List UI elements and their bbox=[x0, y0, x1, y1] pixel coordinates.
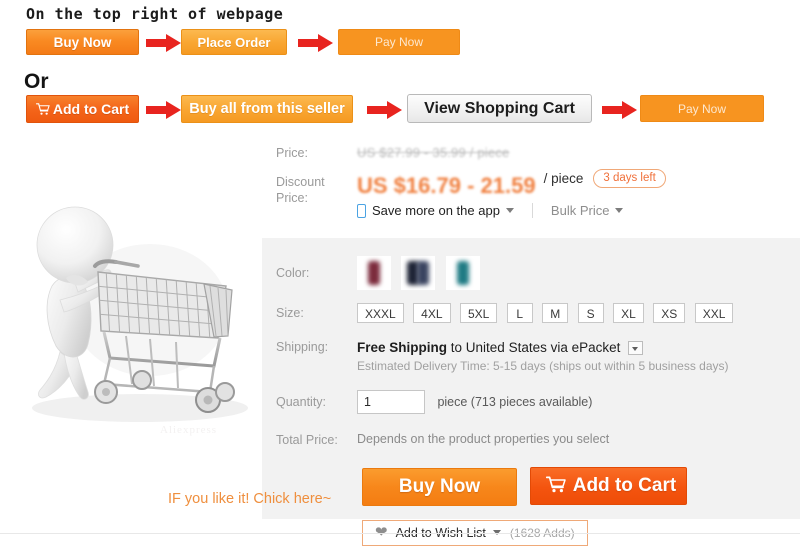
pay-now-flow-button-bottom[interactable]: Pay Now bbox=[640, 95, 764, 122]
discount-price-row: Discount Price: US $16.79 - 21.59 / piec… bbox=[262, 169, 800, 218]
size-option-l[interactable]: L bbox=[506, 303, 533, 323]
total-price-value: Depends on the product properties you se… bbox=[357, 432, 610, 446]
size-option-4xl[interactable]: 4XL bbox=[413, 303, 451, 323]
size-option-xxxl[interactable]: XXXL bbox=[357, 303, 404, 323]
arrow-right-icon bbox=[367, 101, 402, 119]
total-price-label: Total Price: bbox=[276, 433, 338, 447]
discount-price-label: Discount Price: bbox=[262, 174, 357, 206]
shipping-label: Shipping: bbox=[276, 340, 329, 354]
save-on-app-row: Save more on the app Bulk Price bbox=[357, 203, 800, 218]
color-label: Color: bbox=[276, 266, 310, 280]
free-shipping-text: Free Shipping bbox=[357, 340, 448, 355]
add-to-cart-flow-button[interactable]: Add to Cart bbox=[26, 95, 139, 123]
instruction-heading-top: On the top right of webpage bbox=[26, 5, 284, 23]
color-row: Color: bbox=[262, 238, 800, 290]
shipping-row: Shipping: Free Shipping to United States… bbox=[262, 323, 800, 374]
price-row: Price: US $27.99 - 35.99 / piece bbox=[262, 145, 800, 165]
product-image bbox=[0, 140, 262, 450]
price-block: Price: US $27.99 - 35.99 / piece Discoun… bbox=[262, 145, 800, 218]
arrow-right-icon bbox=[146, 34, 181, 52]
discount-label-line2: Price: bbox=[276, 191, 308, 205]
add-to-cart-flow-label: Add to Cart bbox=[52, 101, 130, 117]
chevron-down-icon[interactable] bbox=[615, 208, 624, 213]
arrow-right-icon bbox=[298, 34, 333, 52]
size-option-list: XXXL 4XL 5XL L M S XL XS XXL bbox=[357, 303, 738, 323]
add-to-cart-button[interactable]: Add to Cart bbox=[530, 467, 688, 505]
pay-now-flow-button-top[interactable]: Pay Now bbox=[338, 29, 460, 55]
discount-label-line1: Discount bbox=[276, 175, 325, 189]
cart-icon bbox=[545, 476, 566, 499]
mobile-phone-icon bbox=[357, 203, 366, 218]
buy-now-flow-button[interactable]: Buy Now bbox=[26, 29, 139, 55]
wishlist-row: ❤ Add to Wish List (1628 Adds) bbox=[262, 506, 800, 546]
divider bbox=[531, 203, 533, 218]
discount-price-value: US $16.79 - 21.59 bbox=[357, 173, 536, 198]
place-order-flow-button[interactable]: Place Order bbox=[181, 29, 287, 55]
quantity-input[interactable] bbox=[357, 390, 425, 414]
view-shopping-cart-flow-button[interactable]: View Shopping Cart bbox=[407, 94, 592, 123]
arrow-right-icon bbox=[602, 101, 637, 119]
options-block: Color: Size: XXXL 4XL 5XL L M S XL XS XX… bbox=[262, 238, 800, 546]
cart-icon bbox=[35, 102, 50, 115]
original-price-value: US $27.99 - 35.99 / piece bbox=[357, 145, 510, 160]
arrow-right-icon bbox=[146, 101, 181, 119]
wishlist-annotation: IF you like it! Chick here~ bbox=[168, 491, 332, 507]
quantity-row: Quantity: piece (713 pieces available) bbox=[262, 374, 800, 414]
cta-row: Buy Now Add to Cart bbox=[262, 448, 800, 506]
size-row: Size: XXXL 4XL 5XL L M S XL XS XXL bbox=[262, 290, 800, 323]
quantity-label: Quantity: bbox=[276, 395, 327, 409]
bulk-price-link[interactable]: Bulk Price bbox=[551, 203, 610, 218]
color-swatch-list bbox=[357, 256, 486, 290]
shipping-estimate: Estimated Delivery Time: 5-15 days (ship… bbox=[357, 359, 729, 373]
size-option-xs[interactable]: XS bbox=[653, 303, 686, 323]
shipping-method: Free Shipping to United States via ePack… bbox=[357, 339, 729, 356]
quantity-availability: piece (713 pieces available) bbox=[437, 395, 593, 410]
color-swatch-teal[interactable] bbox=[445, 256, 480, 290]
shipping-dropdown[interactable] bbox=[628, 341, 644, 356]
add-to-cart-label: Add to Cart bbox=[572, 475, 677, 496]
price-unit: / piece bbox=[543, 171, 584, 186]
image-watermark: Aliexpress bbox=[160, 424, 218, 436]
price-label: Price: bbox=[276, 146, 308, 160]
total-price-row: Total Price: Depends on the product prop… bbox=[262, 414, 800, 448]
promo-days-left-badge: 3 days left bbox=[593, 169, 666, 188]
buy-now-button[interactable]: Buy Now bbox=[362, 467, 517, 506]
color-swatch-navy[interactable] bbox=[401, 256, 436, 290]
size-option-5xl[interactable]: 5XL bbox=[459, 303, 498, 323]
size-option-xxl[interactable]: XXL bbox=[694, 303, 734, 323]
or-label: Or bbox=[24, 70, 49, 93]
size-option-s[interactable]: S bbox=[577, 303, 604, 323]
chevron-down-icon[interactable] bbox=[505, 208, 514, 213]
size-option-xl[interactable]: XL bbox=[613, 303, 644, 323]
size-option-m[interactable]: M bbox=[542, 303, 569, 323]
save-more-on-app-link[interactable]: Save more on the app bbox=[372, 203, 500, 218]
color-swatch-maroon[interactable] bbox=[357, 256, 391, 290]
3d-man-pushing-shopping-cart-illustration bbox=[32, 206, 248, 422]
buy-all-from-seller-flow-button[interactable]: Buy all from this seller bbox=[181, 95, 353, 123]
size-label: Size: bbox=[276, 306, 304, 320]
page-root: On the top right of webpage Buy Now Plac… bbox=[0, 0, 800, 546]
shipping-destination: to United States via ePacket bbox=[450, 340, 621, 355]
